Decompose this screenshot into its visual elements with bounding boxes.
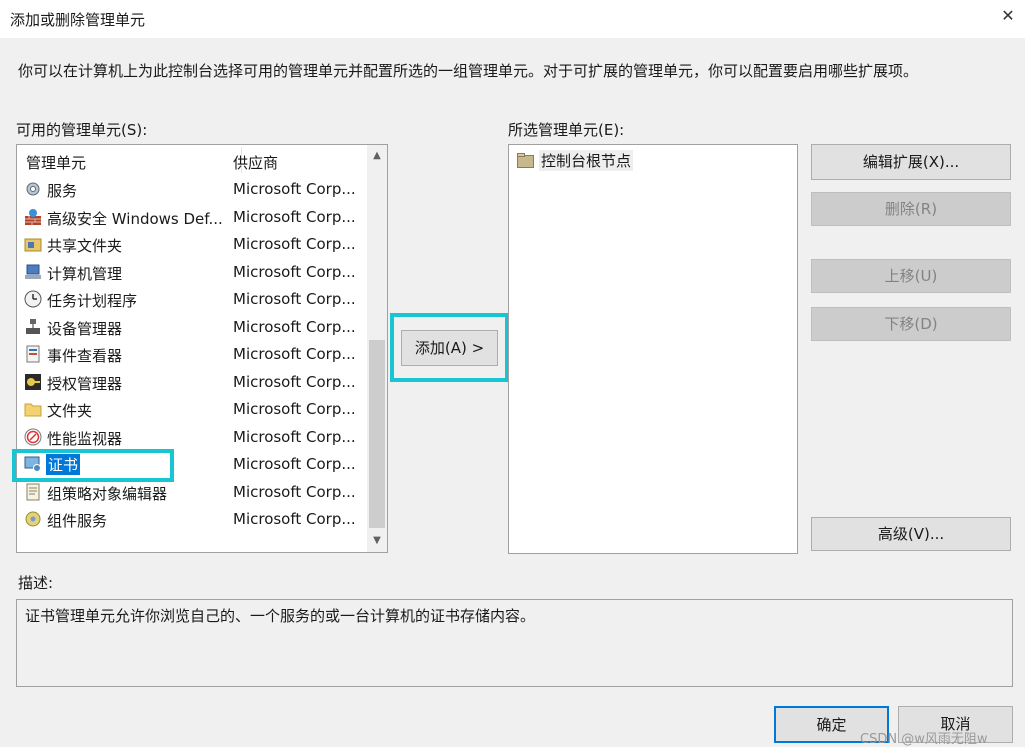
snapin-name: 服务 (47, 182, 78, 200)
description-text: 证书管理单元允许你浏览自己的、一个服务的或一台计算机的证书存储内容。 (25, 607, 536, 625)
edit-extensions-button[interactable]: 编辑扩展(X)... (811, 144, 1011, 180)
move-up-button[interactable]: 上移(U) (811, 259, 1011, 293)
remove-button[interactable]: 删除(R) (811, 192, 1011, 226)
snapin-vendor: Microsoft Corp... (233, 427, 356, 446)
selected-label: 所选管理单元(E): (508, 121, 625, 139)
list-item[interactable]: 高级安全 Windows Def... Microsoft Corp... (17, 204, 369, 232)
advanced-button[interactable]: 高级(V)... (811, 517, 1011, 551)
snapin-vendor: Microsoft Corp... (233, 207, 356, 226)
close-button[interactable]: ✕ (997, 6, 1019, 28)
snapin-name: 组策略对象编辑器 (47, 484, 168, 503)
authorization-icon (25, 373, 41, 390)
scroll-thumb[interactable] (369, 340, 385, 528)
title-bar: 添加或删除管理单元 ✕ (0, 0, 1025, 38)
list-item[interactable]: 文件夹 Microsoft Corp... (17, 396, 369, 424)
gear-icon (26, 182, 40, 196)
computer-management-icon (25, 264, 41, 279)
folder-icon (24, 403, 42, 417)
snapin-name: 文件夹 (47, 402, 93, 420)
firewall-icon (25, 208, 41, 225)
snapin-vendor: Microsoft Corp... (233, 400, 356, 418)
column-header-vendor[interactable]: 供应商 (233, 152, 278, 173)
policy-icon (26, 483, 40, 500)
available-label: 可用的管理单元(S): (16, 121, 148, 139)
snapin-vendor: Microsoft Corp... (233, 290, 356, 308)
snapin-vendor: Microsoft Corp... (233, 345, 356, 363)
snapin-name: 事件查看器 (47, 347, 123, 365)
list-item[interactable]: 授权管理器 Microsoft Corp... (17, 369, 369, 397)
snapin-name: 性能监视器 (47, 429, 123, 448)
component-services-icon (25, 511, 41, 527)
snapin-vendor: Microsoft Corp... (233, 180, 356, 198)
window-title: 添加或删除管理单元 (10, 11, 146, 29)
snapin-vendor: Microsoft Corp... (233, 482, 356, 501)
console-root-label: 控制台根节点 (539, 150, 634, 171)
snapin-name: 任务计划程序 (47, 292, 138, 310)
intro-text: 你可以在计算机上为此控制台选择可用的管理单元并配置所选的一组管理单元。对于可扩展… (18, 62, 919, 80)
list-item[interactable]: 共享文件夹 Microsoft Corp... (17, 231, 369, 259)
description-label: 描述: (18, 574, 54, 592)
scroll-up-arrow-icon[interactable]: ▲ (367, 145, 387, 167)
snapin-name: 授权管理器 (47, 374, 123, 393)
snapin-name: 高级安全 Windows Def... (47, 209, 223, 228)
move-down-button[interactable]: 下移(D) (811, 307, 1011, 341)
scroll-down-arrow-icon[interactable]: ▼ (367, 530, 387, 552)
list-header: 管理单元 供应商 (17, 145, 369, 175)
snapin-vendor: Microsoft Corp... (233, 455, 356, 473)
list-item[interactable]: 计算机管理 Microsoft Corp... (17, 259, 369, 287)
snapin-vendor: Microsoft Corp... (233, 510, 356, 528)
list-item[interactable]: 任务计划程序 Microsoft Corp... (17, 286, 369, 314)
list-item[interactable]: 设备管理器 Microsoft Corp... (17, 314, 369, 342)
list-item[interactable]: 事件查看器 Microsoft Corp... (17, 341, 369, 369)
description-box: 证书管理单元允许你浏览自己的、一个服务的或一台计算机的证书存储内容。 (16, 599, 1013, 687)
clock-icon (24, 290, 42, 308)
column-header-name[interactable]: 管理单元 (26, 152, 86, 173)
list-scrollbar[interactable]: ▲ ▼ (367, 145, 387, 552)
performance-icon (24, 428, 42, 445)
snapin-name: 组件服务 (47, 512, 108, 530)
list-item[interactable]: 组件服务 Microsoft Corp... (17, 506, 369, 534)
snapin-name: 共享文件夹 (47, 237, 123, 255)
snapin-vendor: Microsoft Corp... (233, 235, 356, 253)
device-manager-icon (26, 318, 40, 334)
snapin-name: 计算机管理 (47, 264, 123, 283)
add-button[interactable]: 添加(A) > (401, 330, 498, 366)
watermark: CSDN @w风雨无阻w (860, 732, 988, 747)
snapin-name: 设备管理器 (47, 319, 123, 338)
selection-highlight-frame (12, 449, 174, 482)
snapin-vendor: Microsoft Corp... (233, 317, 356, 336)
selected-snapins-list[interactable]: 控制台根节点 (508, 144, 798, 554)
shared-folder-icon (24, 238, 42, 252)
list-item[interactable]: 服务 Microsoft Corp... (17, 176, 369, 204)
snapin-vendor: Microsoft Corp... (233, 262, 356, 281)
event-viewer-icon (26, 345, 40, 363)
snapin-vendor: Microsoft Corp... (233, 372, 356, 391)
available-snapins-list[interactable]: 管理单元 供应商 服务 Microsoft Corp... 高级安全 Windows… (16, 144, 388, 553)
list-item[interactable]: 组策略对象编辑器 Microsoft Corp... (17, 479, 369, 507)
console-root-icon (517, 153, 534, 168)
list-item[interactable]: 性能监视器 Microsoft Corp... (17, 424, 369, 452)
